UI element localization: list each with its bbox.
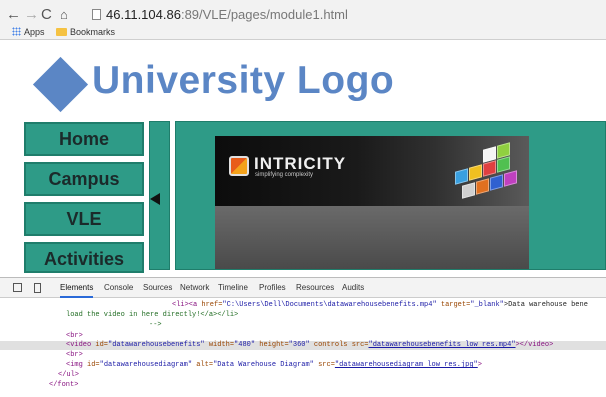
- devtools-tabbar: Elements Console Sources Network Timelin…: [0, 278, 606, 298]
- url-path: :89/VLE/pages/module1.html: [180, 7, 348, 22]
- nav-campus[interactable]: Campus: [24, 162, 144, 196]
- page-icon: [92, 9, 101, 20]
- nav-home[interactable]: Home: [24, 122, 144, 156]
- inspect-icon[interactable]: [13, 283, 22, 292]
- nav-vle[interactable]: VLE: [24, 202, 144, 236]
- tab-resources[interactable]: Resources: [296, 278, 334, 298]
- tab-profiles[interactable]: Profiles: [259, 278, 286, 298]
- video-tagline: simplifying complexity: [255, 172, 314, 178]
- code-line[interactable]: <br>: [66, 332, 83, 341]
- code-line[interactable]: </ul>: [58, 371, 79, 380]
- bookmark-folder[interactable]: Bookmarks: [56, 25, 115, 39]
- apps-grid-icon: [12, 27, 21, 36]
- folder-icon: [56, 28, 67, 36]
- address-bar[interactable]: 46.11.104.86:89/VLE/pages/module1.html: [92, 5, 592, 24]
- tab-sources[interactable]: Sources: [143, 278, 172, 298]
- code-line[interactable]: <br>: [66, 351, 83, 360]
- device-mode-icon[interactable]: [34, 283, 41, 293]
- code-line[interactable]: </font>: [49, 381, 78, 390]
- browser-toolbar: ← → C ⌂ 46.11.104.86:89/VLE/pages/module…: [0, 0, 606, 40]
- intricity-logo-icon: [229, 156, 249, 176]
- tab-audits[interactable]: Audits: [342, 278, 364, 298]
- tab-console[interactable]: Console: [104, 278, 133, 298]
- back-arrow-icon[interactable]: ←: [6, 7, 21, 23]
- code-line[interactable]: <img id="datawarehousediagram" alt="Data…: [66, 361, 482, 370]
- url-host: 46.11.104.86: [106, 7, 181, 22]
- reload-icon[interactable]: C: [41, 7, 52, 23]
- tab-elements[interactable]: Elements: [60, 278, 94, 298]
- code-line[interactable]: -->: [149, 321, 162, 330]
- video-brand: INTRICITY: [254, 154, 347, 173]
- forward-arrow-icon[interactable]: →: [24, 7, 39, 23]
- cubes-graphic-icon: [435, 140, 525, 204]
- video-frame: INTRICITY simplifying complexity: [215, 136, 529, 208]
- tab-timeline[interactable]: Timeline: [218, 278, 248, 298]
- nav-activities[interactable]: Activities: [24, 242, 144, 273]
- collapse-arrow-icon[interactable]: [150, 193, 160, 205]
- video-player[interactable]: INTRICITY simplifying complexity: [215, 136, 529, 269]
- code-line[interactable]: load the video in here directly!</a></li…: [66, 311, 238, 320]
- bookmark-apps[interactable]: Apps: [12, 25, 45, 39]
- tab-network[interactable]: Network: [180, 278, 209, 298]
- site-logo-text: University Logo: [92, 59, 395, 102]
- code-line[interactable]: <li><a href="C:\Users\Dell\Documents\dat…: [172, 301, 588, 310]
- logo-diamond-icon: [32, 56, 89, 113]
- video-controls-area: [215, 206, 529, 269]
- home-icon[interactable]: ⌂: [60, 7, 68, 23]
- devtools-panel: Elements Console Sources Network Timelin…: [0, 277, 606, 397]
- code-line-selected[interactable]: <video id="datawarehousebenefits" width=…: [0, 341, 606, 350]
